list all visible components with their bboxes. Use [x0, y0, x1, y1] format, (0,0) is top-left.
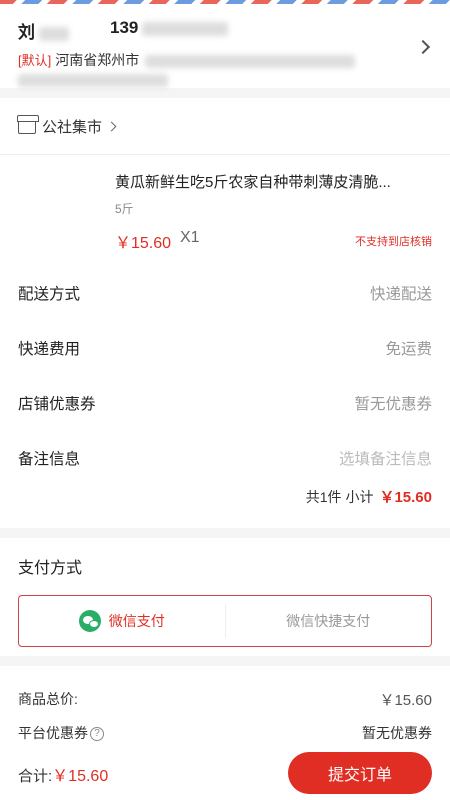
delivery-method-label: 配送方式 — [18, 286, 81, 303]
delivery-method-row[interactable]: 配送方式 快递配送 — [18, 281, 432, 305]
shipping-fee-value: 免运费 — [385, 341, 432, 358]
wechat-pay-option[interactable]: 微信支付 — [19, 596, 225, 646]
address-line-2 — [18, 72, 168, 90]
platform-coupon-label: 平台优惠券? — [18, 723, 104, 743]
address-line: [默认] 河南省郑州市 — [18, 50, 356, 70]
store-icon — [17, 115, 39, 134]
wechat-quick-pay-option[interactable]: 微信快捷支付 — [224, 604, 432, 638]
subtotal-price: ￥15.60 — [379, 489, 432, 506]
store-coupon-value: 暂无优惠券 — [354, 396, 432, 413]
product-price: ￥15.60 — [115, 235, 172, 252]
remark-label: 备注信息 — [18, 451, 81, 468]
default-address-tag: [默认] — [18, 53, 52, 68]
shipping-fee-label: 快递费用 — [18, 341, 81, 358]
goods-total-value: ￥15.60 — [379, 691, 432, 709]
delivery-method-value: 快递配送 — [369, 286, 432, 303]
submit-order-button[interactable]: 提交订单 — [288, 752, 432, 794]
product-spec: 5斤 — [115, 202, 134, 216]
shop-name: 公社集市 — [42, 118, 103, 136]
address-card[interactable]: 刘 139 [默认] 河南省郑州市 — [0, 4, 450, 88]
product-title[interactable]: 黄瓜新鲜生吃5斤农家自种带刺薄皮清脆... — [115, 171, 435, 192]
platform-coupon-row[interactable]: 平台优惠券? 暂无优惠券 — [18, 722, 432, 744]
store-verification-note: 不支持到店核销 — [355, 236, 432, 248]
subtotal-label: 共1件 小计 — [305, 489, 374, 505]
remark-input[interactable]: 选填备注信息 — [339, 447, 432, 469]
payment-options: 微信支付 微信快捷支付 — [18, 595, 432, 647]
payment-card: 支付方式 微信支付 微信快捷支付 — [0, 538, 450, 656]
store-coupon-label: 店铺优惠券 — [18, 396, 96, 413]
platform-coupon-value: 暂无优惠券 — [362, 725, 432, 741]
chevron-right-icon — [415, 39, 431, 55]
remark-row[interactable]: 备注信息 选填备注信息 — [18, 446, 432, 470]
chevron-right-icon — [106, 121, 117, 131]
recipient-phone: 139 — [110, 18, 229, 38]
shop-link[interactable]: 公社集市 — [17, 114, 117, 138]
shipping-fee-row: 快递费用 免运费 — [18, 336, 432, 360]
divider — [0, 154, 450, 155]
order-card: 公社集市 黄瓜新鲜生吃5斤农家自种带刺薄皮清脆... 5斤 ￥15.60 X1 … — [0, 98, 450, 528]
wechat-icon — [78, 610, 101, 632]
recipient-name: 刘 — [18, 18, 69, 43]
product-quantity: X1 — [180, 229, 200, 246]
order-subtotal: 共1件 小计 ￥15.60 — [306, 486, 432, 507]
store-coupon-row[interactable]: 店铺优惠券 暂无优惠券 — [18, 391, 432, 415]
order-total-value: ￥15.60 — [52, 768, 109, 785]
bottom-bar: 合计:￥15.60 提交订单 — [0, 748, 450, 800]
payment-title: 支付方式 — [18, 560, 83, 577]
help-icon[interactable]: ? — [90, 727, 104, 742]
goods-total-row: 商品总价: ￥15.60 — [18, 688, 432, 710]
goods-total-label: 商品总价: — [18, 691, 78, 707]
order-total: 合计:￥15.60 — [18, 768, 109, 785]
totals-card: 商品总价: ￥15.60 平台优惠券? 暂无优惠券 合计:￥15.60 提交订单 — [0, 666, 450, 800]
